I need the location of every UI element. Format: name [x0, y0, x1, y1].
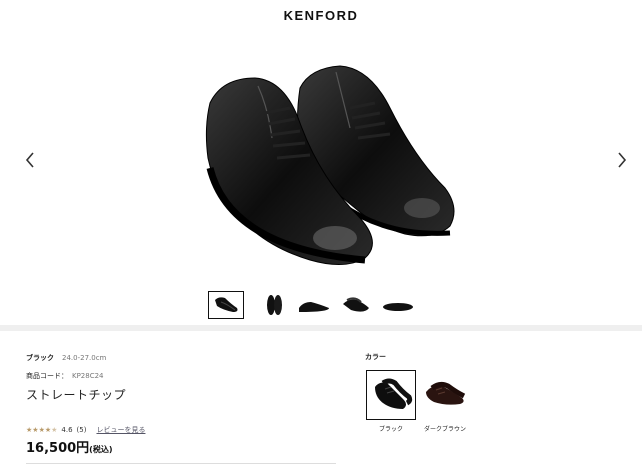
product-code-label: 商品コード：: [26, 372, 68, 380]
color-swatch-black[interactable]: [366, 370, 416, 420]
product-code-value: KP28C24: [72, 372, 104, 380]
price-row: 16,500円(税込): [26, 437, 112, 456]
thumbnail-5[interactable]: [381, 292, 415, 318]
selected-color-name: ブラック: [26, 354, 54, 362]
thumbnail-4[interactable]: [339, 292, 373, 318]
chevron-left-icon[interactable]: [18, 148, 42, 172]
product-name: ストレートチップ: [26, 388, 127, 402]
thumbnail-3[interactable]: [297, 292, 331, 318]
tax-label: (税込): [89, 445, 113, 454]
site-header: KENFORD: [0, 0, 642, 30]
star-rating: ★ ★ ★ ★ ★: [26, 425, 58, 434]
review-count: (5): [76, 426, 87, 434]
chevron-right-icon[interactable]: [610, 148, 634, 172]
rating-row: ★ ★ ★ ★ ★ 4.6 (5) レビューを見る: [26, 424, 145, 436]
section-divider: [0, 325, 642, 331]
product-info: ブラック 24.0-27.0cm 商品コード： KP28C24 ストレートチップ ★…: [0, 332, 642, 464]
color-size-line: ブラック 24.0-27.0cm: [26, 353, 106, 363]
product-main-image: [160, 48, 480, 278]
product-code-line: 商品コード： KP28C24: [26, 371, 104, 381]
color-option-label: ダークブラウン: [423, 426, 466, 433]
review-link[interactable]: レビューを見る: [96, 425, 145, 435]
color-swatch-dark-brown[interactable]: [420, 370, 470, 420]
half-star-icon: ★: [51, 425, 58, 434]
brand-logo[interactable]: KENFORD: [0, 8, 642, 23]
color-option-label: ブラック: [378, 426, 403, 433]
rating-score: 4.6: [61, 426, 73, 434]
color-section-label: カラー: [365, 353, 386, 361]
thumbnail-1[interactable]: [208, 291, 244, 319]
product-gallery: [0, 30, 642, 288]
thumbnail-2[interactable]: [257, 292, 291, 318]
price: 16,500円: [26, 441, 90, 456]
size-range: 24.0-27.0cm: [62, 354, 107, 362]
thumbnail-strip: [208, 291, 439, 319]
